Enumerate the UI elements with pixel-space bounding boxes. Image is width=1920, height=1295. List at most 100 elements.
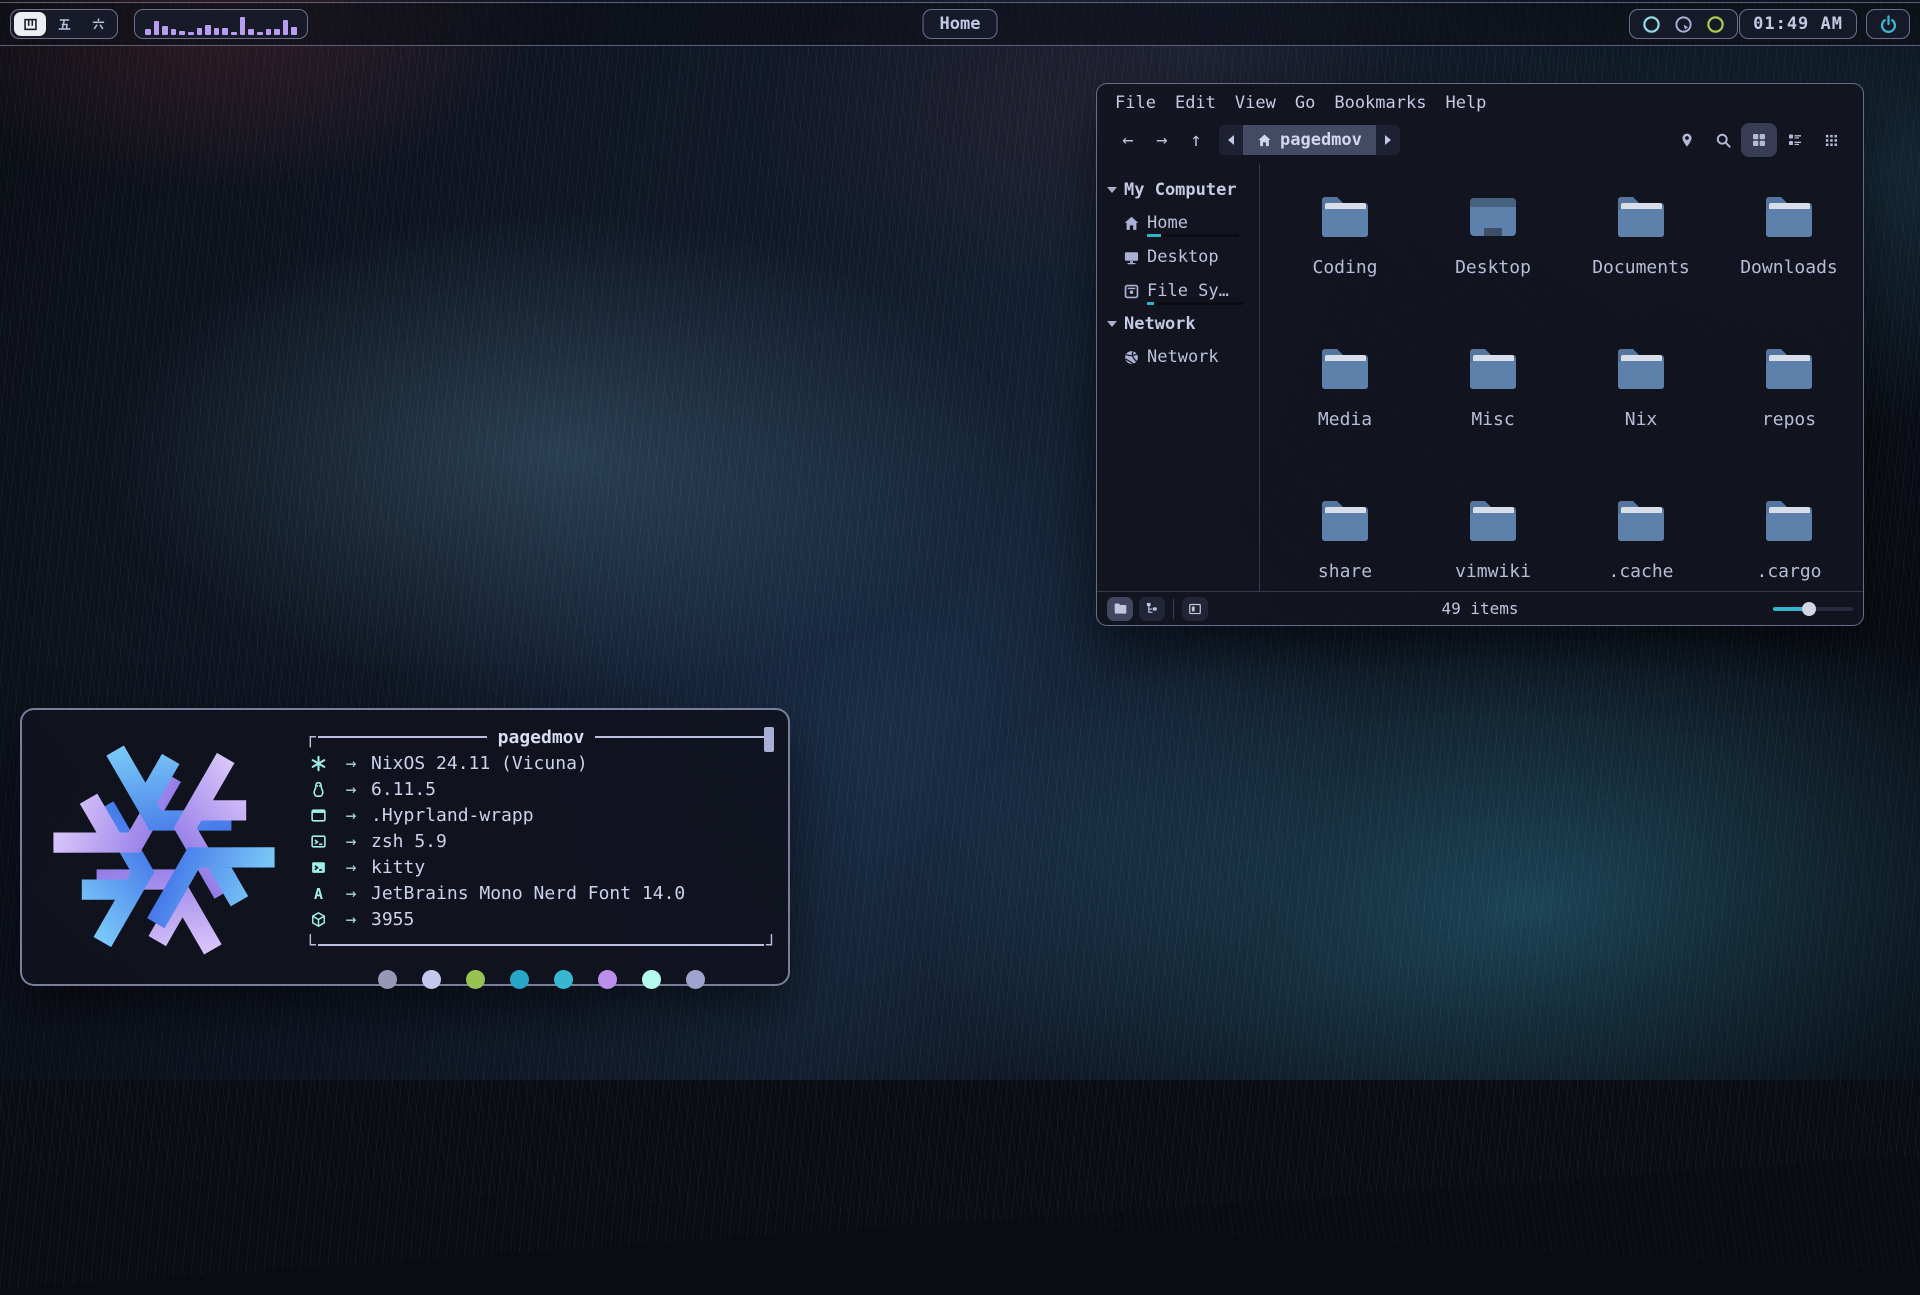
folder-name: .cargo xyxy=(1756,561,1821,582)
folder-icon xyxy=(1761,190,1817,244)
focused-window-button[interactable]: Home xyxy=(923,9,998,39)
menu-view[interactable]: View xyxy=(1235,93,1276,113)
clock[interactable]: 01:49 AM xyxy=(1739,9,1857,39)
folder-item-desktop[interactable]: Desktop xyxy=(1419,190,1567,342)
workspace-2[interactable] xyxy=(48,12,80,36)
window-icon xyxy=(305,807,331,824)
system-tray xyxy=(1629,9,1738,39)
fetch-value: JetBrains Mono Nerd Font 14.0 xyxy=(371,883,685,904)
folder-item-documents[interactable]: Documents xyxy=(1567,190,1715,342)
zoom-slider[interactable] xyxy=(1773,602,1853,616)
box-corner-br: ┘ xyxy=(766,935,777,956)
arrow-icon: → xyxy=(331,831,371,852)
visualizer-bar xyxy=(274,29,280,35)
forward-button[interactable]: → xyxy=(1145,129,1179,151)
visualizer-bar xyxy=(283,20,289,35)
location-pin-button[interactable] xyxy=(1669,123,1705,157)
sidebar-item-home[interactable]: Home xyxy=(1097,206,1259,240)
workspace-glyph-icon xyxy=(23,17,38,32)
detailed-list-view-button[interactable] xyxy=(1777,123,1813,157)
shell-icon xyxy=(305,833,331,850)
fetch-line-tux: →6.11.5 xyxy=(305,776,777,802)
sidebar-item-filesy[interactable]: File Sy… xyxy=(1097,274,1259,308)
box-corner-bl: └ xyxy=(305,935,316,956)
icon-view-button[interactable] xyxy=(1741,123,1777,157)
folder-name: Media xyxy=(1318,409,1372,430)
palette-dot xyxy=(686,970,705,989)
folder-item-media[interactable]: Media xyxy=(1271,342,1419,494)
power-button[interactable] xyxy=(1866,9,1910,39)
slider-thumb[interactable] xyxy=(1802,602,1816,616)
visualizer-bar xyxy=(257,32,263,35)
visualizer-bar xyxy=(197,28,203,35)
sidebar-item-label: File Sy… xyxy=(1147,281,1229,301)
terminal-palette xyxy=(305,970,777,989)
expander-icon xyxy=(1107,321,1117,327)
fetch-line-package: →3955 xyxy=(305,906,777,932)
terminal-icon xyxy=(305,859,331,876)
visualizer-bar xyxy=(154,21,160,35)
sidebar-item-network[interactable]: Network xyxy=(1097,340,1259,374)
folder-item-coding[interactable]: Coding xyxy=(1271,190,1419,342)
folder-icon xyxy=(1613,342,1669,396)
folder-name: Downloads xyxy=(1740,257,1838,278)
hostname: pagedmov xyxy=(489,727,594,748)
folder-item-repos[interactable]: repos xyxy=(1715,342,1863,494)
fetch-value: .Hyprland-wrapp xyxy=(371,805,534,826)
visualizer-bar xyxy=(145,29,151,35)
breadcrumb-left-chevron-icon[interactable] xyxy=(1219,135,1243,145)
box-corner-tl: ┌ xyxy=(305,727,316,748)
folder-item-nix[interactable]: Nix xyxy=(1567,342,1715,494)
power-icon xyxy=(1879,15,1898,34)
menu-help[interactable]: Help xyxy=(1445,93,1486,113)
drive-icon xyxy=(1123,283,1140,300)
breadcrumb-right-chevron-icon[interactable] xyxy=(1376,135,1400,145)
workspace-3[interactable] xyxy=(82,12,114,36)
fetch-value: zsh 5.9 xyxy=(371,831,447,852)
folder-name: Misc xyxy=(1471,409,1514,430)
display-icon xyxy=(1123,249,1140,266)
menu-go[interactable]: Go xyxy=(1295,93,1315,113)
menu-file[interactable]: File xyxy=(1115,93,1156,113)
visualizer-bar xyxy=(240,17,246,35)
terminal-cursor[interactable] xyxy=(764,727,774,752)
green-ring-icon[interactable] xyxy=(1706,15,1725,34)
folder-name: .cache xyxy=(1608,561,1673,582)
folder-name: Documents xyxy=(1592,257,1690,278)
palette-dot xyxy=(642,970,661,989)
sidebar-group-my-computer[interactable]: My Computer xyxy=(1097,174,1259,206)
menu-edit[interactable]: Edit xyxy=(1175,93,1216,113)
folder-icon xyxy=(1465,494,1521,548)
expander-icon xyxy=(1107,187,1117,193)
menu-bookmarks[interactable]: Bookmarks xyxy=(1334,93,1426,113)
search-button[interactable] xyxy=(1705,123,1741,157)
workspace-1[interactable] xyxy=(14,12,46,36)
breadcrumb-current[interactable]: pagedmov xyxy=(1243,125,1376,155)
focused-window-title: Home xyxy=(940,14,981,34)
item-count: 49 items xyxy=(1097,599,1863,618)
sidebar-item-desktop[interactable]: Desktop xyxy=(1097,240,1259,274)
workspace-switcher xyxy=(10,9,118,39)
visualizer-bar xyxy=(266,29,272,35)
globe-icon xyxy=(1123,349,1140,366)
audio-visualizer xyxy=(134,9,308,39)
back-button[interactable]: ← xyxy=(1111,129,1145,151)
sidebar-group-network[interactable]: Network xyxy=(1097,308,1259,340)
terminal-window[interactable]: ┌ pagedmov ┐ →NixOS 24.11 (Vicuna)→6.11.… xyxy=(20,708,790,986)
visualizer-bar xyxy=(179,31,185,35)
toolbar-right xyxy=(1669,123,1849,157)
folder-name: repos xyxy=(1762,409,1816,430)
teal-ring-icon[interactable] xyxy=(1642,15,1661,34)
screen-record-icon[interactable] xyxy=(1674,15,1693,34)
folder-name: share xyxy=(1318,561,1372,582)
folder-icon xyxy=(1317,190,1373,244)
folder-name: vimwiki xyxy=(1455,561,1531,582)
fetch-line-shell: →zsh 5.9 xyxy=(305,828,777,854)
places-sidebar: My ComputerHomeDesktop File Sy… NetworkNet… xyxy=(1097,164,1260,591)
folder-item-downloads[interactable]: Downloads xyxy=(1715,190,1863,342)
folder-item-misc[interactable]: Misc xyxy=(1419,342,1567,494)
palette-dot xyxy=(422,970,441,989)
compact-view-button[interactable] xyxy=(1813,123,1849,157)
up-button[interactable]: ↑ xyxy=(1179,129,1213,151)
fetch-value: NixOS 24.11 (Vicuna) xyxy=(371,753,588,774)
